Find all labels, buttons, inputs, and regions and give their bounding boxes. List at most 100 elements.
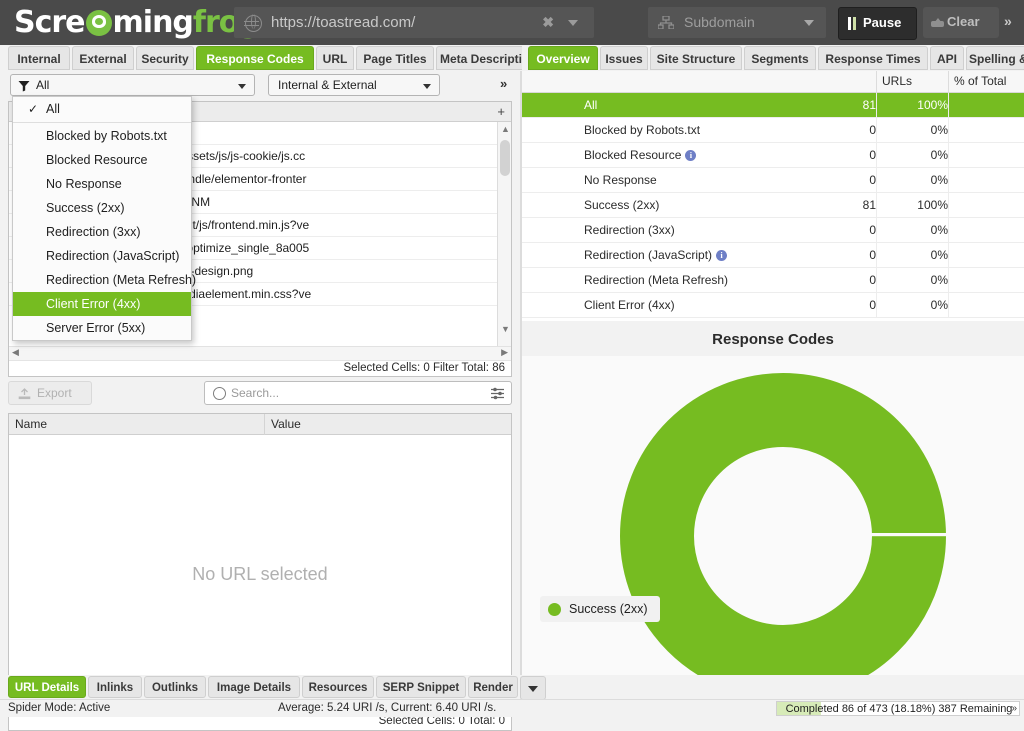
table-row[interactable]: Redirection (Meta Refresh) 0 0%: [522, 268, 1024, 293]
tab-api[interactable]: API: [930, 46, 964, 70]
url-grid-vertical-scrollbar[interactable]: ▲ ▼: [497, 122, 511, 346]
tab-url[interactable]: URL: [316, 46, 354, 70]
toolbar-overflow-button[interactable]: »: [1004, 13, 1012, 29]
filter-menu-item-client-error-4xx[interactable]: Client Error (4xx): [13, 292, 191, 316]
progress-overflow-chevron[interactable]: »: [1011, 703, 1017, 714]
check-icon: ✓: [28, 102, 39, 116]
funnel-icon: [18, 80, 30, 92]
table-row[interactable]: Blocked Resource i 0 0%: [522, 143, 1024, 168]
cell-divider: [948, 118, 949, 143]
bottom-tab-serp-snippet[interactable]: SERP Snippet: [376, 676, 466, 698]
table-row[interactable]: All 81 100%: [522, 93, 1024, 118]
scroll-down-icon[interactable]: ▼: [501, 324, 510, 334]
url-grid-horizontal-scrollbar[interactable]: ◀ ▶: [9, 346, 511, 360]
bottom-tab-url-details[interactable]: URL Details: [8, 676, 86, 698]
table-row[interactable]: Success (2xx) 81 100%: [522, 193, 1024, 218]
clear-url-icon[interactable]: ✖: [542, 14, 554, 31]
search-input[interactable]: Search...: [204, 381, 512, 405]
cell-divider: [876, 293, 877, 318]
bottom-tab-inlinks[interactable]: Inlinks: [88, 676, 142, 698]
filter-menu-item-redirection-meta-refresh[interactable]: Redirection (Meta Refresh): [13, 268, 196, 292]
scope-dropdown[interactable]: Internal & External: [268, 74, 440, 96]
add-column-icon[interactable]: +: [497, 104, 505, 119]
cell-divider: [948, 293, 949, 318]
info-icon[interactable]: i: [685, 150, 697, 161]
tab-page-titles[interactable]: Page Titles: [356, 46, 434, 70]
cell-divider: [876, 243, 877, 268]
bottom-tab-image-details[interactable]: Image Details: [208, 676, 300, 698]
crawl-scope-dropdown[interactable]: Subdomain: [648, 7, 826, 38]
table-row[interactable]: Redirection (3xx) 0 0%: [522, 218, 1024, 243]
filter-menu-item-label: Blocked Resource: [46, 153, 148, 167]
chevron-down-icon[interactable]: [423, 84, 431, 89]
bottom-tabs-overflow-button[interactable]: [520, 676, 546, 700]
filter-menu-item-success-2xx[interactable]: Success (2xx): [13, 196, 191, 220]
filter-menu-item-redirection-javascript[interactable]: Redirection (JavaScript): [13, 244, 191, 268]
filter-menu-item-blocked-resource[interactable]: Blocked Resource: [13, 148, 191, 172]
scroll-up-icon[interactable]: ▲: [501, 124, 510, 134]
filter-overflow-button[interactable]: »: [500, 76, 507, 91]
filter-menu-item-server-error-5xx[interactable]: Server Error (5xx): [13, 316, 191, 340]
info-icon[interactable]: i: [716, 250, 728, 261]
overview-row-pct: 0%: [930, 223, 948, 237]
filter-menu-item-blocked-by-robots-txt[interactable]: Blocked by Robots.txt: [13, 124, 191, 148]
tab-security[interactable]: Security: [136, 46, 194, 70]
logo-text-ming: ming: [112, 5, 194, 40]
filter-menu-item-all[interactable]: ✓ All: [13, 97, 191, 121]
table-row[interactable]: Redirection (JavaScript) i 0 0%: [522, 243, 1024, 268]
tab-response-codes[interactable]: Response Codes: [196, 46, 314, 70]
export-button[interactable]: Export: [8, 381, 92, 405]
url-input-value[interactable]: https://toastread.com/: [271, 14, 415, 31]
chart-legend[interactable]: Success (2xx): [540, 596, 660, 622]
overview-row-urls: 0: [869, 148, 876, 162]
overview-row-urls: 0: [869, 273, 876, 287]
column-header-urls: URLs: [882, 74, 913, 88]
chevron-down-icon[interactable]: [804, 20, 814, 26]
chevron-down-icon[interactable]: [238, 84, 246, 89]
no-url-selected-message: No URL selected: [192, 564, 328, 584]
filter-dropdown-menu[interactable]: ✓ All Blocked by Robots.txt Blocked Resourc…: [12, 96, 196, 341]
filter-menu-item-label: Success (2xx): [46, 201, 125, 215]
cell-divider: [948, 93, 949, 118]
scroll-right-icon[interactable]: ▶: [501, 347, 508, 358]
cell-divider: [948, 193, 949, 218]
panel-splitter[interactable]: [520, 71, 522, 717]
tab-meta-descripti[interactable]: Meta Descripti: [436, 46, 526, 70]
pause-button[interactable]: Pause: [838, 7, 917, 40]
url-history-chevron-down-icon[interactable]: [568, 20, 578, 26]
scroll-left-icon[interactable]: ◀: [12, 347, 19, 358]
tab-internal[interactable]: Internal: [8, 46, 70, 70]
filter-menu-item-label: Client Error (4xx): [46, 297, 141, 311]
chart-title: Response Codes: [712, 331, 834, 348]
crawl-rate-status: Average: 5.24 URI /s, Current: 6.40 URI …: [278, 702, 497, 714]
tab-segments[interactable]: Segments: [744, 46, 816, 70]
tab-issues[interactable]: Issues: [600, 46, 648, 70]
bottom-tab-resources[interactable]: Resources: [302, 676, 374, 698]
clear-button[interactable]: Clear: [923, 7, 999, 38]
filter-dropdown-value: All: [36, 78, 50, 92]
column-header-name: Name: [15, 417, 48, 431]
table-row[interactable]: Blocked by Robots.txt 0 0%: [522, 118, 1024, 143]
filter-menu-item-no-response[interactable]: No Response: [13, 172, 191, 196]
scrollbar-thumb[interactable]: [500, 140, 510, 176]
overview-table-body[interactable]: All 81 100% Blocked by Robots.txt 0 0% Blocked…: [522, 93, 1024, 321]
filter-menu-item-redirection-3xx[interactable]: Redirection (3xx): [13, 220, 191, 244]
table-row[interactable]: No Response 0 0%: [522, 168, 1024, 193]
filter-dropdown[interactable]: All: [10, 74, 255, 96]
tab-response-times[interactable]: Response Times: [818, 46, 928, 70]
tab-external[interactable]: External: [72, 46, 134, 70]
tab-site-structure[interactable]: Site Structure: [650, 46, 742, 70]
bottom-tab-render[interactable]: Render: [468, 676, 518, 698]
cell-divider: [948, 168, 949, 193]
search-options-icon[interactable]: [491, 387, 504, 400]
url-input-bar[interactable]: https://toastread.com/ ✖: [234, 7, 594, 38]
overview-row-label: Client Error (4xx): [584, 298, 675, 312]
tab-spelling[interactable]: Spelling & (: [966, 46, 1024, 70]
bottom-tab-outlinks[interactable]: Outlinks: [144, 676, 206, 698]
table-row[interactable]: Client Error (4xx) 0 0%: [522, 293, 1024, 318]
tab-overview[interactable]: Overview: [528, 46, 598, 70]
overview-row-urls: 0: [869, 298, 876, 312]
column-divider[interactable]: [264, 414, 265, 435]
application-title-bar: Scre mingfrog https://toastread.com/ ✖ Su…: [0, 0, 1024, 45]
header-divider: [948, 71, 949, 93]
